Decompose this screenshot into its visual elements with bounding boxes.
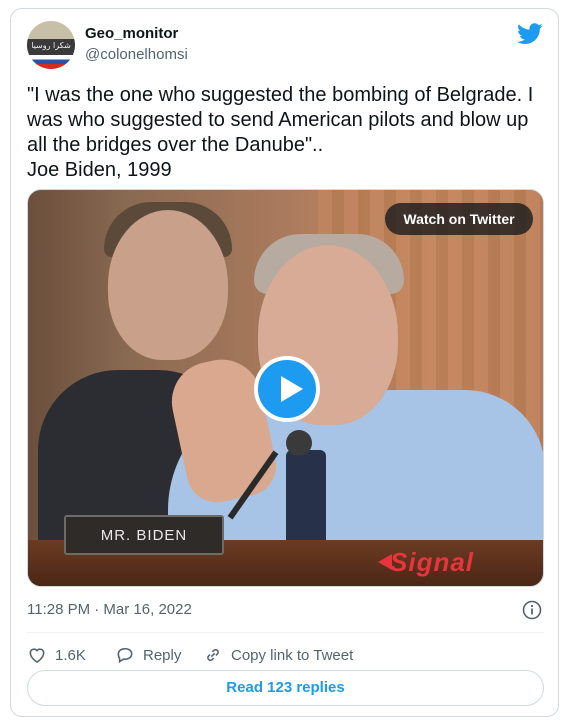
avatar[interactable]: شكرا روسيا bbox=[27, 21, 75, 69]
watch-on-twitter-button[interactable]: Watch on Twitter bbox=[385, 203, 533, 235]
reply-bubble-icon bbox=[117, 647, 133, 664]
video-watermark: Signal bbox=[390, 547, 475, 577]
tweet-header: شكرا روسيا Geo_monitor @colonelhomsi bbox=[27, 21, 544, 69]
twitter-bird-icon[interactable] bbox=[517, 23, 543, 45]
video-nameplate: MR. BIDEN bbox=[64, 515, 224, 555]
divider bbox=[27, 632, 544, 633]
info-icon[interactable] bbox=[522, 600, 542, 620]
username[interactable]: @colonelhomsi bbox=[85, 46, 188, 63]
tweet-card[interactable]: شكرا روسيا Geo_monitor @colonelhomsi "I … bbox=[10, 8, 559, 717]
copy-link-label: Copy link to Tweet bbox=[231, 646, 354, 664]
nameplate-text: MR. BIDEN bbox=[100, 527, 188, 544]
avatar-text: شكرا روسيا bbox=[31, 41, 71, 50]
video-person-left-head bbox=[108, 210, 228, 360]
reply-button[interactable]: Reply bbox=[115, 639, 181, 671]
heart-icon bbox=[29, 648, 45, 664]
tweet-actions: 1.6K Reply Copy link to Tweet bbox=[27, 639, 544, 671]
video-player[interactable]: MR. BIDEN Signal Watch on Twitter bbox=[27, 189, 544, 587]
play-icon bbox=[281, 376, 303, 402]
video-microphone bbox=[286, 430, 312, 456]
tweet-text: "I was the one who suggested the bombing… bbox=[27, 84, 534, 181]
avatar-band-top bbox=[27, 21, 75, 39]
avatar-flag bbox=[27, 55, 75, 69]
link-icon bbox=[207, 648, 219, 662]
play-button[interactable] bbox=[254, 356, 320, 422]
copy-link-button[interactable]: Copy link to Tweet bbox=[203, 639, 353, 671]
tweet-timestamp[interactable]: 11:28 PM · Mar 16, 2022 bbox=[27, 601, 192, 618]
like-button[interactable]: 1.6K bbox=[27, 639, 86, 671]
reply-label: Reply bbox=[143, 646, 182, 664]
read-replies-button[interactable]: Read 123 replies bbox=[27, 670, 544, 706]
like-count: 1.6K bbox=[55, 646, 86, 664]
display-name[interactable]: Geo_monitor bbox=[85, 25, 178, 42]
